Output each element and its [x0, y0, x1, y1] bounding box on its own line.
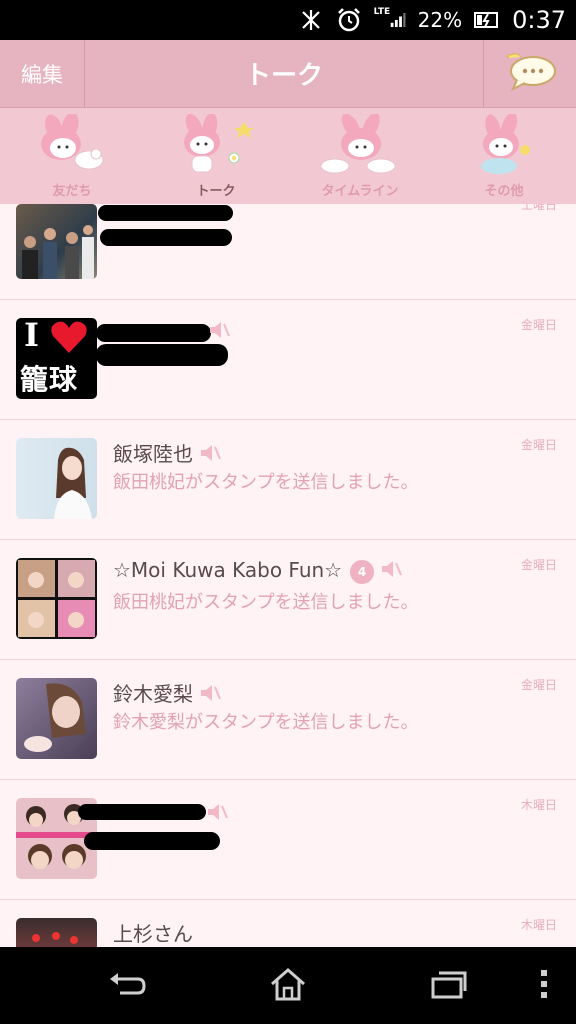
redaction-mark [100, 229, 232, 246]
recent-apps-icon [429, 969, 467, 1003]
mute-icon [206, 802, 228, 826]
home-icon [269, 966, 307, 1006]
chat-date: 金曜日 [520, 558, 557, 572]
avatar [16, 918, 97, 947]
chat-name: ☆Moi Kuwa Kabo Fun☆ 4 [113, 558, 403, 584]
alarm-icon [336, 7, 362, 33]
avatar-text-kago: 籠球 [20, 363, 79, 396]
tab-label: 友だち [52, 184, 92, 199]
melody-character-icon [469, 112, 539, 182]
tab-label: トーク [196, 184, 236, 199]
melody-character-icon [170, 113, 262, 182]
back-button[interactable] [108, 967, 148, 1005]
avatar [16, 438, 97, 519]
chat-date: 金曜日 [520, 318, 557, 332]
back-icon [108, 969, 148, 1003]
mute-icon [208, 320, 230, 344]
chat-row[interactable]: 飯塚陸也 飯田桃妃がスタンプを送信しました。 金曜日 [0, 420, 576, 540]
page-title: トーク [244, 61, 323, 91]
chat-row[interactable]: 上杉さん 木曜日 [0, 900, 576, 947]
edit-button[interactable]: 編集 [0, 40, 85, 107]
overflow-menu-icon [539, 969, 549, 1003]
melody-character-icon [34, 112, 110, 178]
tab-other[interactable]: その他 [432, 108, 576, 205]
mute-icon [199, 443, 221, 468]
clock: 0:37 [512, 6, 566, 34]
redaction-mark [96, 324, 211, 342]
chat-row[interactable]: 土曜日 [0, 204, 576, 300]
chat-name-text: 飯塚陸也 [113, 442, 193, 466]
tab-label: タイムライン [321, 184, 399, 199]
battery-percent: 22% [417, 8, 463, 32]
redaction-mark [98, 205, 233, 221]
chat-name-text: 鈴木愛梨 [113, 682, 193, 706]
melody-character-icon [315, 112, 405, 182]
avatar [16, 204, 97, 279]
tab-label: その他 [484, 184, 524, 199]
app-header: 編集 トーク [0, 40, 576, 107]
bluetooth-off-icon [298, 7, 324, 33]
chat-message: 飯田桃妃がスタンプを送信しました。 [113, 592, 419, 613]
home-button[interactable] [268, 967, 308, 1005]
menu-button[interactable] [524, 967, 564, 1005]
chat-name: 上杉さん [113, 922, 193, 946]
chat-row[interactable]: 鈴木愛梨 鈴木愛梨がスタンプを送信しました。 金曜日 [0, 660, 576, 780]
chat-list[interactable]: 土曜日 I 籠球 金曜日 飯塚陸也 飯田桃妃がスタンプを送信しました。 金曜日 … [0, 204, 576, 947]
chat-message: 鈴木愛梨がスタンプを送信しました。 [113, 712, 419, 733]
chat-date: 金曜日 [520, 438, 557, 452]
heart-icon [50, 320, 88, 358]
chat-date: 土曜日 [520, 204, 557, 212]
redaction-mark [96, 344, 228, 366]
avatar: I 籠球 [16, 318, 97, 399]
redaction-mark [78, 804, 206, 820]
signal-icon: LTE [374, 7, 406, 33]
chat-name-text: ☆Moi Kuwa Kabo Fun☆ [113, 558, 343, 582]
chat-name: 飯塚陸也 [113, 438, 221, 468]
mute-icon [380, 559, 403, 584]
avatar [16, 678, 97, 759]
chat-row[interactable]: ☆Moi Kuwa Kabo Fun☆ 4 飯田桃妃がスタンプを送信しました。 金… [0, 540, 576, 660]
mute-icon [199, 683, 221, 708]
chat-date: 木曜日 [520, 798, 557, 812]
recent-apps-button[interactable] [428, 967, 468, 1005]
chat-message: 飯田桃妃がスタンプを送信しました。 [113, 472, 419, 493]
speech-bubble-icon [503, 52, 557, 96]
tab-talk[interactable]: トーク [144, 108, 288, 205]
tab-friends[interactable]: 友だち [0, 108, 144, 205]
new-chat-button[interactable] [483, 40, 576, 107]
chat-row[interactable]: 木曜日 [0, 780, 576, 900]
avatar-text-i: I [24, 318, 39, 354]
redaction-mark [84, 832, 220, 850]
chat-date: 木曜日 [520, 918, 557, 932]
status-bar: LTE 22% 0:37 [0, 0, 576, 40]
chat-date: 金曜日 [520, 678, 557, 692]
chat-name: 鈴木愛梨 [113, 678, 221, 708]
unread-badge: 4 [350, 559, 375, 584]
battery-charging-icon [474, 7, 500, 33]
tab-timeline[interactable]: タイムライン [288, 108, 432, 205]
system-nav-bar [0, 947, 576, 1024]
avatar [16, 558, 97, 639]
chat-row[interactable]: I 籠球 金曜日 [0, 300, 576, 420]
tab-bar: 友だち トーク タイムライン その他 [0, 107, 576, 205]
